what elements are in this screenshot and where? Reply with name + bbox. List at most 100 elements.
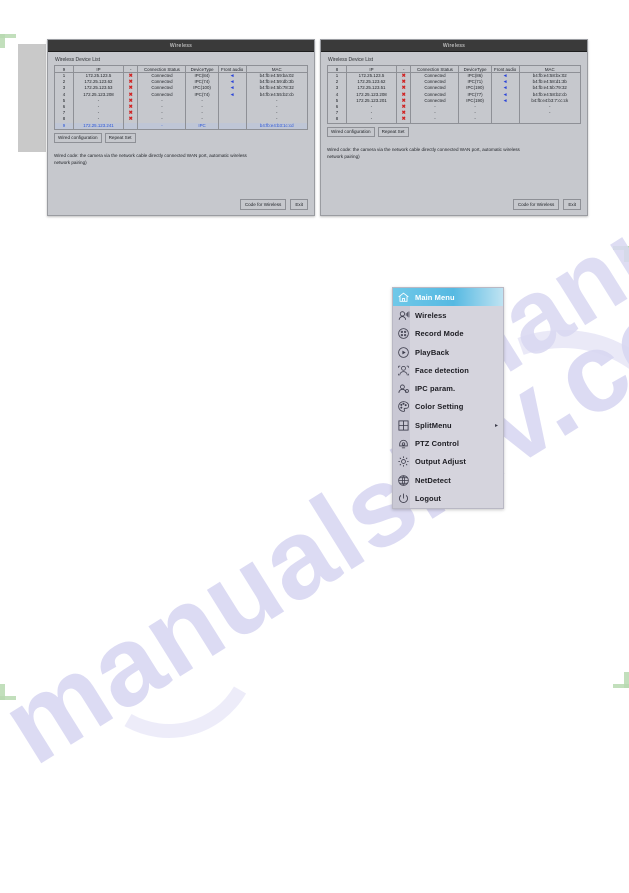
face-detection-icon xyxy=(396,363,410,377)
dialog-tabs: Wired configuration Repeat Set xyxy=(54,132,308,143)
cell-front-audio xyxy=(491,116,520,124)
menu-item-face-detection[interactable]: Face detection xyxy=(393,361,503,379)
cell-device-type: IPC(84) xyxy=(185,72,219,80)
menu-item-label: Logout xyxy=(415,493,442,503)
menu-item-label: Main Menu xyxy=(415,292,455,302)
menu-item-ptz-control[interactable]: PTZ Control xyxy=(393,434,503,452)
cell-status: - xyxy=(410,116,460,124)
col-header-id: 8 xyxy=(327,65,347,73)
cell-id: 1 xyxy=(327,72,347,80)
menu-item-label: PlayBack xyxy=(415,347,450,357)
dialog-titlebar: Wireless xyxy=(48,40,314,52)
logout-icon xyxy=(396,491,410,505)
col-header-mac: MAC xyxy=(519,65,581,73)
playback-icon xyxy=(396,345,410,359)
cell-ip: - xyxy=(346,116,398,124)
table-row[interactable]: 8- ✖ - - xyxy=(327,116,581,124)
wireless-icon xyxy=(396,308,410,322)
cell-status: - xyxy=(137,122,187,130)
cell-id: 9 xyxy=(54,122,74,130)
color-setting-icon xyxy=(396,400,410,414)
tab-repeat-set[interactable]: Repeat Set xyxy=(104,132,136,143)
device-list-label: Wireless Device List xyxy=(55,57,101,63)
net-detect-icon xyxy=(396,473,410,487)
menu-item-main-menu[interactable]: Main Menu xyxy=(393,288,503,307)
menu-item-label: SplitMenu xyxy=(415,420,452,430)
device-list-label: Wireless Device List xyxy=(328,57,374,63)
scan-edge-mark xyxy=(613,246,629,250)
cell-ip: 172.25.123.5 xyxy=(346,72,398,80)
dialog-titlebar: Wireless xyxy=(321,40,587,52)
table-row[interactable]: 1 172.25.123.5 ✖ Connected IPC(86) ◄ b4:fb:e4:… xyxy=(327,72,581,80)
menu-item-label: Record Mode xyxy=(415,329,464,339)
scan-edge-mark xyxy=(0,34,16,38)
cell-device-type: IPC xyxy=(185,122,219,130)
menu-item-output-adjust[interactable]: Output Adjust xyxy=(393,453,503,471)
menu-item-color-setting[interactable]: Color Setting xyxy=(393,398,503,416)
menu-item-wireless[interactable]: Wireless xyxy=(393,306,503,324)
menu-item-ipc-param[interactable]: IPC param. xyxy=(393,379,503,397)
wireless-dialog-left: Wireless Wireless Device List 9 IP - Con… xyxy=(47,39,315,216)
menu-item-playback[interactable]: PlayBack xyxy=(393,343,503,361)
scan-edge-mark xyxy=(613,684,629,688)
tab-wired-configuration[interactable]: Wired configuration xyxy=(327,126,375,137)
menu-item-label: Color Setting xyxy=(415,402,464,412)
menu-item-label: Output Adjust xyxy=(415,457,467,467)
menu-item-label: PTZ Control xyxy=(415,439,460,449)
wireless-dialog-right: Wireless Wireless Device List 8 IP - Con… xyxy=(320,39,588,216)
wireless-device-table: 8 IP - Connection Status DeviceType Fron… xyxy=(327,65,581,124)
output-adjust-icon xyxy=(396,455,410,469)
wireless-device-table: 9 IP - Connection Status DeviceType Fron… xyxy=(54,65,308,130)
col-header-ip: IP xyxy=(346,65,398,73)
menu-item-splitmenu[interactable]: SplitMenu ▸ xyxy=(393,416,503,434)
main-menu-popup: Main Menu Wireless Record Mode PlayBack Face… xyxy=(392,287,504,509)
table-row[interactable]: 1 172.25.123.5 ✖ Connected IPC(84) ◄ b4:fb:e4:… xyxy=(54,72,308,80)
menu-item-label: IPC param. xyxy=(415,384,456,394)
submenu-arrow-icon: ▸ xyxy=(494,422,498,429)
scan-edge-mark xyxy=(0,696,16,700)
cell-device-type: - xyxy=(458,116,492,124)
dialog-title: Wireless xyxy=(169,42,193,49)
cell-delete[interactable]: ✖ xyxy=(123,72,139,80)
menu-item-record-mode[interactable]: Record Mode xyxy=(393,325,503,343)
dialog-description: Wired code: the camera via the network c… xyxy=(54,152,247,165)
menu-item-logout[interactable]: Logout xyxy=(393,489,503,507)
cell-mac: b4:fb:e4:58:bx:02 xyxy=(532,73,567,78)
cell-ip: 172.25.123.5 xyxy=(73,72,125,80)
menu-item-label: NetDetect xyxy=(415,475,451,485)
col-header-id: 9 xyxy=(54,65,74,73)
table-header-row: 9 IP - Connection Status DeviceType Fron… xyxy=(54,65,308,73)
cell-delete[interactable]: ✖ xyxy=(396,116,412,124)
col-header-type: DeviceType xyxy=(185,65,219,73)
split-menu-icon xyxy=(396,418,410,432)
cell-status: Connected xyxy=(137,72,187,80)
cell-delete[interactable]: ✖ xyxy=(396,72,412,80)
page-margin-block xyxy=(18,44,46,152)
cell-front-audio: ◄ xyxy=(491,72,520,80)
col-header-mac: MAC xyxy=(246,65,308,73)
cell-mac: b4:fb:e4:b3:1c:cd xyxy=(259,122,294,128)
table-row[interactable]: 9 172.25.123.241 - IPC b4:fb:e4:b3:1c:cd xyxy=(54,122,308,130)
tab-repeat-set[interactable]: Repeat Set xyxy=(377,126,409,137)
col-header-type: DeviceType xyxy=(458,65,492,73)
tab-wired-configuration[interactable]: Wired configuration xyxy=(54,132,102,143)
col-header-audio: Front audio xyxy=(491,65,520,73)
menu-item-label: Wireless xyxy=(415,310,447,320)
exit-button[interactable]: Exit xyxy=(290,199,308,210)
menu-item-label: Face detection xyxy=(415,365,469,375)
cell-id: 1 xyxy=(54,72,74,80)
dialog-tabs: Wired configuration Repeat Set xyxy=(327,126,581,137)
code-for-wireless-button[interactable]: Code for Wireless xyxy=(512,199,560,210)
cell-device-type: IPC(86) xyxy=(458,72,492,80)
ipc-param-icon xyxy=(396,382,410,396)
exit-button[interactable]: Exit xyxy=(563,199,581,210)
record-mode-icon xyxy=(396,327,410,341)
cell-delete[interactable] xyxy=(123,122,139,130)
watermark-arc xyxy=(59,539,279,759)
table-header-row: 8 IP - Connection Status DeviceType Fron… xyxy=(327,65,581,73)
code-for-wireless-button[interactable]: Code for Wireless xyxy=(239,199,287,210)
col-header-status: Connection Status xyxy=(137,65,187,73)
menu-item-netdetect[interactable]: NetDetect xyxy=(393,471,503,489)
cell-front-audio: ◄ xyxy=(218,72,247,80)
col-header-delete: - xyxy=(396,65,412,73)
